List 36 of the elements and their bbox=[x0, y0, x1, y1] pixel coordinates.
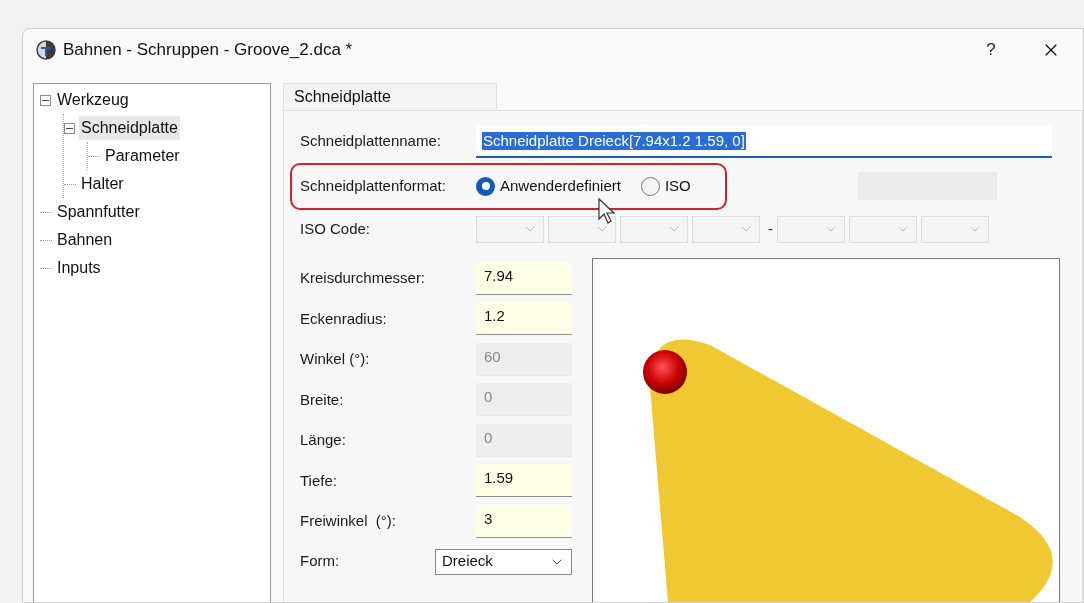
value-input-field[interactable]: 1.59 bbox=[476, 464, 572, 498]
window-title: Bahnen - Schruppen - Groove_2.dca * bbox=[63, 39, 353, 62]
name-input-field[interactable]: Schneidplatte Dreieck[7.94x1.2 1.59, 0] bbox=[476, 125, 1052, 158]
separator-dash: - bbox=[768, 218, 773, 239]
field-label: Schneidplattenformat: bbox=[300, 175, 447, 196]
field-label: Form: bbox=[300, 551, 341, 572]
radio-option[interactable]: ISO bbox=[640, 174, 691, 198]
field-label: Kreisdurchmesser: bbox=[300, 268, 427, 288]
field-label: Breite: bbox=[300, 389, 345, 410]
field-label: Winkel (°): bbox=[300, 349, 371, 369]
tree-item[interactable]: Parameter bbox=[103, 144, 182, 168]
field-label: Eckenradius: bbox=[300, 308, 388, 329]
collapse-icon[interactable] bbox=[64, 122, 75, 134]
value-input-field[interactable]: 3 bbox=[476, 504, 572, 538]
field-label: Freiwinkel (°): bbox=[300, 511, 397, 531]
mouse-cursor-icon bbox=[597, 197, 617, 225]
tree-item[interactable]: Halter bbox=[79, 172, 126, 196]
radio-button[interactable] bbox=[640, 176, 660, 196]
help-button[interactable]: ? bbox=[971, 34, 1011, 66]
collapse-icon[interactable] bbox=[40, 94, 51, 106]
radio-button[interactable] bbox=[476, 176, 495, 196]
tab[interactable]: Schneidplatte bbox=[283, 83, 497, 110]
radio-option[interactable]: Anwenderdefiniert bbox=[476, 174, 621, 198]
field-label: Schneidplattenname: bbox=[300, 131, 442, 152]
value-input-field[interactable]: 1.2 bbox=[476, 302, 572, 336]
field-label: Tiefe: bbox=[300, 470, 338, 491]
form-dropdown[interactable]: Dreieck bbox=[435, 548, 572, 575]
value-input-field[interactable]: 7.94 bbox=[476, 261, 572, 295]
tree-item[interactable]: Werkzeug bbox=[55, 88, 131, 112]
tree-item[interactable]: Inputs bbox=[55, 256, 103, 280]
app-logo-icon bbox=[35, 39, 57, 61]
tree-item[interactable]: Spannfutter bbox=[55, 200, 142, 224]
field-label: Länge: bbox=[300, 430, 347, 450]
tree-item[interactable]: Bahnen bbox=[55, 228, 115, 252]
tree-item[interactable]: Schneidplatte bbox=[79, 116, 180, 140]
field-label: ISO Code: bbox=[300, 218, 372, 239]
